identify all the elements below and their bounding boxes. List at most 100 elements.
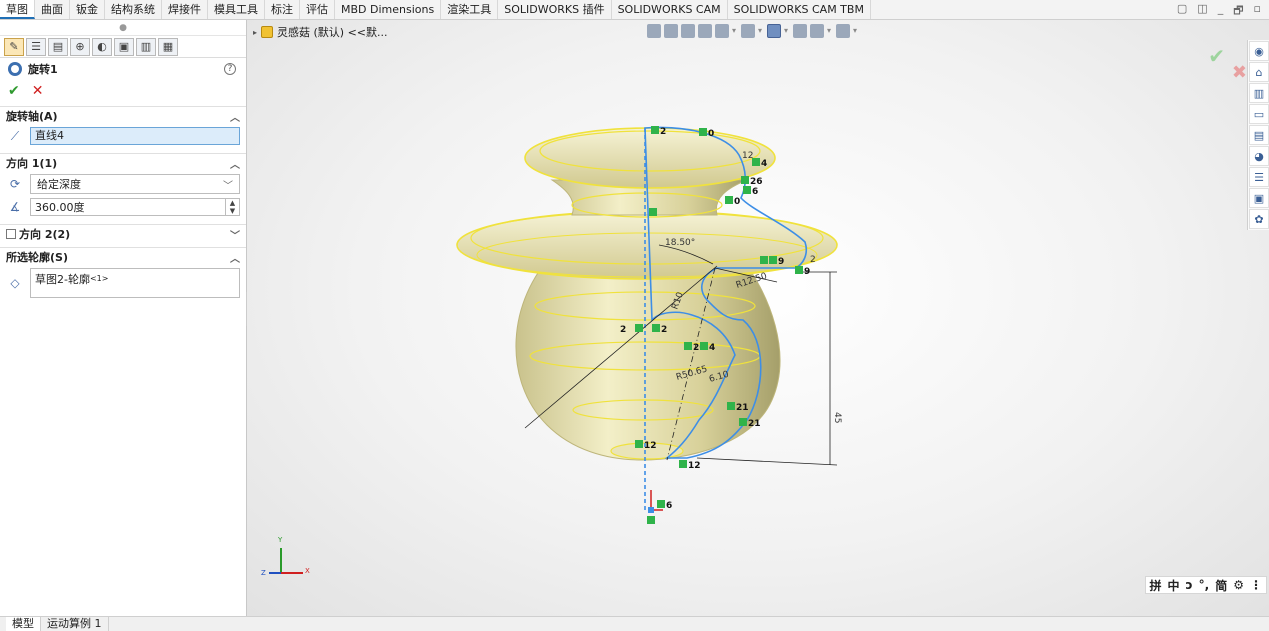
- svg-text:9: 9: [778, 257, 784, 267]
- selected-contours-header[interactable]: 所选轮廓(S) ︿: [0, 248, 246, 266]
- chevron-up-icon[interactable]: ︿: [230, 156, 240, 171]
- direction2-title: 方向 2(2): [19, 228, 71, 241]
- view-palette-icon[interactable]: ▤: [1249, 125, 1269, 145]
- tab-surfaces[interactable]: 曲面: [35, 0, 70, 19]
- dimxpert-tab-icon[interactable]: ⊕: [70, 38, 90, 56]
- display-manager-tab-icon[interactable]: ◐: [92, 38, 112, 56]
- tab-weldments[interactable]: 焊接件: [162, 0, 208, 19]
- ime-punctuation-icon[interactable]: °,: [1199, 578, 1210, 592]
- tab-sketch[interactable]: 草图: [0, 0, 35, 19]
- home-icon[interactable]: ⌂: [1249, 62, 1269, 82]
- dim-angle[interactable]: 18.50°: [665, 238, 695, 248]
- tab-structure-system[interactable]: 结构系统: [105, 0, 162, 19]
- property-manager-tab-icon[interactable]: ✎: [4, 38, 24, 56]
- direction2-section: 方向 2(2) ﹀: [0, 224, 246, 243]
- task-pane-tabs: ◉ ⌂ ▥ ▭ ▤ ◕ ☰ ▣ ✿: [1247, 40, 1269, 230]
- tab-motion-study[interactable]: 运动算例 1: [41, 617, 109, 631]
- chevron-up-icon[interactable]: ︿: [230, 109, 240, 124]
- design-library-icon[interactable]: ▥: [1249, 83, 1269, 103]
- file-explorer-icon[interactable]: ▭: [1249, 104, 1269, 124]
- cam-operation-tab-icon[interactable]: ▥: [136, 38, 156, 56]
- contour-item: 草图2-轮廓: [35, 273, 90, 286]
- tab-evaluate[interactable]: 评估: [300, 0, 335, 19]
- direction1-title: 方向 1(1): [6, 157, 58, 170]
- contour-icon: ◇: [10, 276, 20, 290]
- ime-grid-icon[interactable]: 拼: [1150, 577, 1162, 594]
- pane-toggle-icon[interactable]: ▢: [1177, 2, 1187, 21]
- dim-small[interactable]: 2: [810, 255, 816, 265]
- ok-cancel-row: ✔ ✕: [0, 80, 246, 102]
- tile-icon[interactable]: ◫: [1197, 2, 1207, 21]
- tab-sheet-metal[interactable]: 钣金: [70, 0, 105, 19]
- cancel-button[interactable]: ✕: [32, 83, 44, 99]
- bottom-tabs: 模型 运动算例 1: [0, 616, 1269, 631]
- axis-triad: Y X Z: [261, 536, 310, 577]
- direction1-section-header[interactable]: 方向 1(1) ︿: [0, 154, 246, 172]
- direction2-section-header[interactable]: 方向 2(2) ﹀: [0, 225, 246, 243]
- tab-render-tools[interactable]: 渲染工具: [441, 0, 499, 19]
- manager-tabs: ✎ ☰ ▤ ⊕ ◐ ▣ ▥ ▦: [0, 36, 246, 58]
- ok-button[interactable]: ✔: [8, 83, 20, 99]
- cam-feature-tab-icon[interactable]: ▣: [114, 38, 134, 56]
- cam-tool-tab-icon[interactable]: ▦: [158, 38, 178, 56]
- angle-input[interactable]: 360.00度 ▲ ▼: [30, 198, 240, 216]
- appearances-icon[interactable]: ◕: [1249, 146, 1269, 166]
- angle-icon: ∡: [9, 200, 21, 214]
- end-condition-select[interactable]: 给定深度 ﹀: [30, 174, 240, 194]
- ime-moon-icon[interactable]: ɔ: [1186, 578, 1193, 592]
- plugin-icon[interactable]: ✿: [1249, 209, 1269, 229]
- svg-text:26: 26: [750, 177, 763, 187]
- close-doc-icon[interactable]: ▫: [1254, 2, 1261, 21]
- tab-model[interactable]: 模型: [6, 617, 41, 631]
- revolve-icon: [8, 62, 22, 76]
- angle-stepper[interactable]: ▲ ▼: [225, 199, 239, 215]
- panel-grip[interactable]: ●: [0, 20, 246, 36]
- feature-tree-tab-icon[interactable]: ☰: [26, 38, 46, 56]
- custom-properties-icon[interactable]: ☰: [1249, 167, 1269, 187]
- svg-text:Y: Y: [277, 536, 283, 544]
- tab-solidworks-cam[interactable]: SOLIDWORKS CAM: [612, 0, 728, 19]
- svg-text:0: 0: [734, 197, 740, 207]
- svg-text:12: 12: [644, 441, 657, 451]
- reverse-direction-icon[interactable]: ⟳: [6, 175, 24, 193]
- ime-chinese-icon[interactable]: 中: [1168, 577, 1180, 594]
- chevron-down-icon: ﹀: [223, 180, 233, 192]
- contour-item-suffix: <1>: [89, 274, 109, 283]
- window-controls: ▢ ◫ _ 🗗 ▫: [1177, 2, 1261, 21]
- forum-icon[interactable]: ▣: [1249, 188, 1269, 208]
- axis-section-header[interactable]: 旋转轴(A) ︿: [0, 107, 246, 125]
- axis-section-title: 旋转轴(A): [6, 110, 58, 123]
- tab-mbd-dimensions[interactable]: MBD Dimensions: [335, 0, 442, 19]
- contours-listbox[interactable]: 草图2-轮廓<1>: [30, 268, 240, 298]
- tab-mold-tools[interactable]: 模具工具: [208, 0, 265, 19]
- chevron-down-icon[interactable]: ﹀: [230, 227, 240, 242]
- ime-simplified-icon[interactable]: 简: [1215, 577, 1227, 594]
- direction2-checkbox[interactable]: [6, 229, 16, 239]
- selected-contours-section: 所选轮廓(S) ︿ ◇ 草图2-轮廓<1>: [0, 247, 246, 300]
- restore-icon[interactable]: 🗗: [1233, 2, 1243, 21]
- svg-text:12: 12: [688, 461, 701, 471]
- tab-markup[interactable]: 标注: [265, 0, 300, 19]
- help-icon[interactable]: ?: [224, 63, 236, 75]
- minimize-icon[interactable]: _: [1218, 2, 1224, 21]
- svg-text:Z: Z: [261, 569, 266, 577]
- selected-contours-title: 所选轮廓(S): [6, 251, 68, 264]
- angle-value: 360.00度: [35, 201, 85, 214]
- tab-solidworks-cam-tbm[interactable]: SOLIDWORKS CAM TBM: [728, 0, 871, 19]
- axis-selection-field[interactable]: 直线4: [30, 127, 240, 145]
- ime-more-icon[interactable]: ⋮: [1250, 578, 1262, 592]
- svg-text:X: X: [305, 567, 310, 575]
- configuration-tab-icon[interactable]: ▤: [48, 38, 68, 56]
- tab-solidworks-addins[interactable]: SOLIDWORKS 插件: [498, 0, 612, 19]
- feature-title: 旋转1: [28, 63, 58, 76]
- svg-text:2: 2: [661, 325, 667, 335]
- ime-settings-icon[interactable]: ⚙: [1233, 578, 1244, 592]
- svg-text:0: 0: [708, 129, 714, 139]
- solidworks-resources-icon[interactable]: ◉: [1249, 41, 1269, 61]
- graphics-area[interactable]: ▸ 灵感菇 (默认) <<默... ▾ ▾ ▾ ▾ ▾ ✔ ✖ 18.50° R…: [247, 20, 1269, 616]
- dim-tiny[interactable]: 12: [742, 151, 753, 161]
- svg-text:4: 4: [709, 343, 715, 353]
- dim-vertical[interactable]: 45: [832, 412, 842, 423]
- svg-text:4: 4: [761, 159, 767, 169]
- chevron-up-icon[interactable]: ︿: [230, 250, 240, 265]
